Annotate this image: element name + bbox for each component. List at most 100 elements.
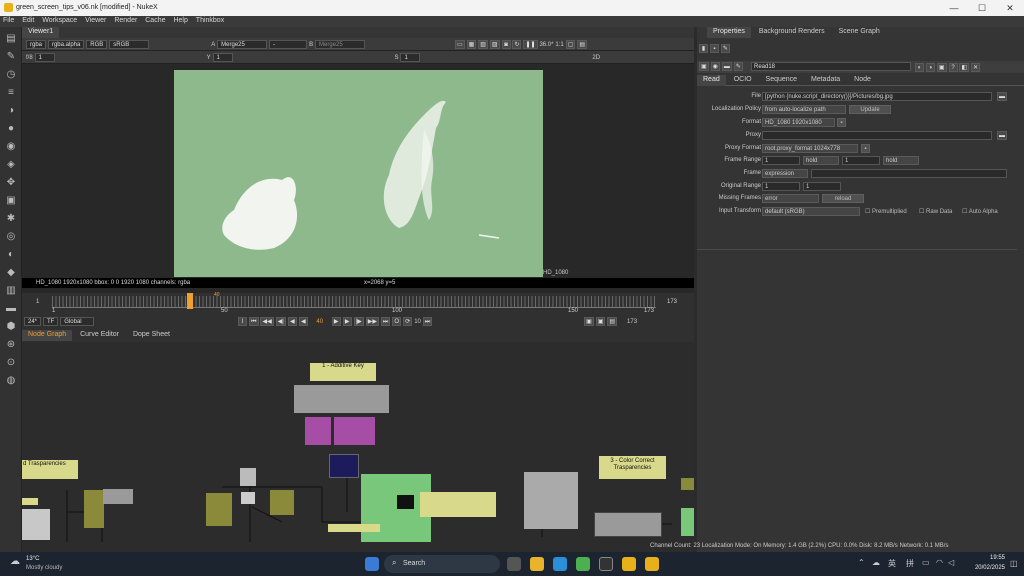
frame-range-end[interactable]: 1 xyxy=(842,156,880,165)
tf-dropdown[interactable]: TF xyxy=(42,317,59,326)
viewer-image[interactable] xyxy=(174,70,543,277)
flipbook-icon[interactable]: ▣ xyxy=(584,317,594,326)
sticky-note-additive-key[interactable]: 1 - Additive Key xyxy=(310,363,376,381)
frame-range-after-mode[interactable]: hold xyxy=(883,156,919,165)
colorspace-dropdown[interactable]: sRGB xyxy=(109,40,150,49)
original-range-end[interactable]: 1 xyxy=(803,182,841,191)
a-input-dropdown[interactable]: Merge25 xyxy=(217,40,268,49)
sample-value[interactable]: 1 xyxy=(400,53,421,62)
premultiplied-checkbox[interactable]: ☐ Premultiplied xyxy=(865,208,907,215)
file-explorer-icon[interactable] xyxy=(530,557,544,571)
original-range-start[interactable]: 1 xyxy=(762,182,800,191)
sticky-note-trasparencies-left[interactable]: d Trasparencies xyxy=(22,460,78,479)
node-name-field[interactable]: Read18 xyxy=(751,62,911,71)
tray-chevron-icon[interactable]: ⌃ xyxy=(858,558,865,567)
play-forward-icon[interactable]: ▶ xyxy=(331,317,341,326)
notification-icon[interactable]: ◫ xyxy=(1010,559,1018,568)
prev-key-icon[interactable]: ◀◀ xyxy=(260,317,274,326)
last-frame-icon[interactable]: ⏭ xyxy=(380,317,391,326)
node-dark-blue[interactable] xyxy=(329,454,359,478)
menu-help[interactable]: Help xyxy=(170,16,190,25)
subtab-metadata[interactable]: Metadata xyxy=(805,75,846,86)
weather-icon[interactable]: ☁ xyxy=(10,556,20,567)
channels-dropdown[interactable]: rgba xyxy=(26,40,47,49)
backdrop-olive-left[interactable] xyxy=(84,490,104,528)
frame-expression-field[interactable] xyxy=(811,169,1007,178)
current-frame-value[interactable]: 40 xyxy=(310,319,330,325)
start-icon[interactable] xyxy=(365,557,379,571)
localization-dropdown[interactable]: from auto-localize path xyxy=(762,105,846,114)
play-back-icon[interactable]: ◀ xyxy=(298,317,308,326)
node-graph-canvas[interactable]: 1 - Additive Key d Trasparencies 3 - Col… xyxy=(22,342,694,552)
revert-icon[interactable]: ▣ xyxy=(936,63,947,72)
refresh-icon[interactable]: ↻ xyxy=(512,40,522,49)
redo-icon[interactable]: ◑ xyxy=(925,63,935,72)
merge-tool-icon[interactable]: ◈ xyxy=(5,159,17,171)
node-color-icon[interactable]: ◉ xyxy=(710,62,720,71)
chrome-icon[interactable] xyxy=(576,557,590,571)
timeline-ruler[interactable] xyxy=(52,296,656,308)
node-olive-right[interactable] xyxy=(681,478,694,490)
input-method[interactable]: 拼 xyxy=(906,558,914,569)
proxy-format-dropdown[interactable]: root.proxy_format 1024x778 xyxy=(762,144,858,153)
close-node-icon[interactable]: ▬ xyxy=(721,62,732,71)
b-input-dropdown[interactable]: Merge25 xyxy=(315,40,366,49)
loop-icon[interactable]: ⟳ xyxy=(403,317,413,326)
metadata-tool-icon[interactable]: ◆ xyxy=(5,267,17,279)
tab-scene-graph[interactable]: Scene Graph xyxy=(833,27,886,38)
menu-file[interactable]: File xyxy=(0,16,17,25)
draw-tool-icon[interactable]: ✎ xyxy=(5,51,17,63)
filter-tool-icon[interactable]: ● xyxy=(5,123,17,135)
minimize-button[interactable]: — xyxy=(940,0,968,16)
tab-node-graph[interactable]: Node Graph xyxy=(22,330,73,341)
cara-tool-icon[interactable]: ⊙ xyxy=(5,357,17,369)
search-box[interactable]: ⌕ Search xyxy=(384,555,500,573)
reload-button[interactable]: reload xyxy=(822,194,864,203)
maximize-button[interactable]: ☐ xyxy=(968,0,996,16)
frame-range-before-mode[interactable]: hold xyxy=(803,156,839,165)
skip-icon[interactable]: ⏭ xyxy=(422,317,433,326)
roi-icon[interactable]: ▭ xyxy=(455,40,465,49)
view-mode-dropdown[interactable]: 2D xyxy=(592,55,600,61)
proxy-browse-icon[interactable]: ▬ xyxy=(997,131,1007,140)
tray-cloud-icon[interactable]: ☁ xyxy=(872,558,880,567)
lut-icon[interactable]: ▧ xyxy=(478,40,488,49)
ocula-tool-icon[interactable]: ⊛ xyxy=(5,339,17,351)
menu-edit[interactable]: Edit xyxy=(19,16,37,25)
node-merge-grey[interactable] xyxy=(241,492,255,504)
max-panels-icon[interactable]: ▮ xyxy=(699,44,708,53)
menu-thinkbox[interactable]: Thinkbox xyxy=(193,16,227,25)
clock-date[interactable]: 20/02/2025 xyxy=(958,565,1005,571)
group-node-purple-2[interactable] xyxy=(334,417,375,445)
viewer-settings-icon[interactable]: ▢ xyxy=(565,40,576,49)
monitor-icon[interactable]: ▭ xyxy=(922,558,930,567)
transform-tool-icon[interactable]: ✥ xyxy=(5,177,17,189)
viewer-lock-icon[interactable]: ▤ xyxy=(577,40,588,49)
node-close-icon[interactable]: ✕ xyxy=(971,63,981,72)
tab-properties[interactable]: Properties xyxy=(707,27,751,38)
menu-viewer[interactable]: Viewer xyxy=(82,16,109,25)
backdrop-olive-mid-2[interactable] xyxy=(270,490,294,515)
terminal-icon[interactable] xyxy=(599,557,613,571)
gain-value[interactable]: 1 xyxy=(34,53,55,62)
next-key-icon[interactable]: ▶▶ xyxy=(365,317,379,326)
first-frame-icon[interactable]: ⏮ xyxy=(249,317,259,326)
group-node-purple-1[interactable] xyxy=(305,417,331,445)
nuke-taskbar-icon[interactable] xyxy=(622,557,636,571)
backdrop-grey-color-correct[interactable] xyxy=(594,512,662,537)
cache-icon[interactable]: ▤ xyxy=(607,317,618,326)
backdrop-node[interactable] xyxy=(294,385,389,413)
missing-frames-dropdown[interactable]: error xyxy=(762,194,819,203)
subtab-sequence[interactable]: Sequence xyxy=(760,75,804,86)
undo-icon[interactable]: ◐ xyxy=(915,63,924,72)
sticky-note-tiny-left[interactable] xyxy=(22,498,38,505)
clear-properties-icon[interactable]: ✎ xyxy=(720,44,730,53)
overlay-icon[interactable]: ◙ xyxy=(501,40,511,49)
views-tool-icon[interactable]: ◐ xyxy=(5,249,17,261)
render-icon[interactable]: ▣ xyxy=(595,317,606,326)
sticky-note-small[interactable] xyxy=(328,524,380,532)
3d-tool-icon[interactable]: ▣ xyxy=(5,195,17,207)
file-browse-icon[interactable]: ▬ xyxy=(997,92,1007,101)
ratio-value[interactable]: 1:1 xyxy=(555,42,563,48)
tab-background-renders[interactable]: Background Renders xyxy=(753,27,831,38)
